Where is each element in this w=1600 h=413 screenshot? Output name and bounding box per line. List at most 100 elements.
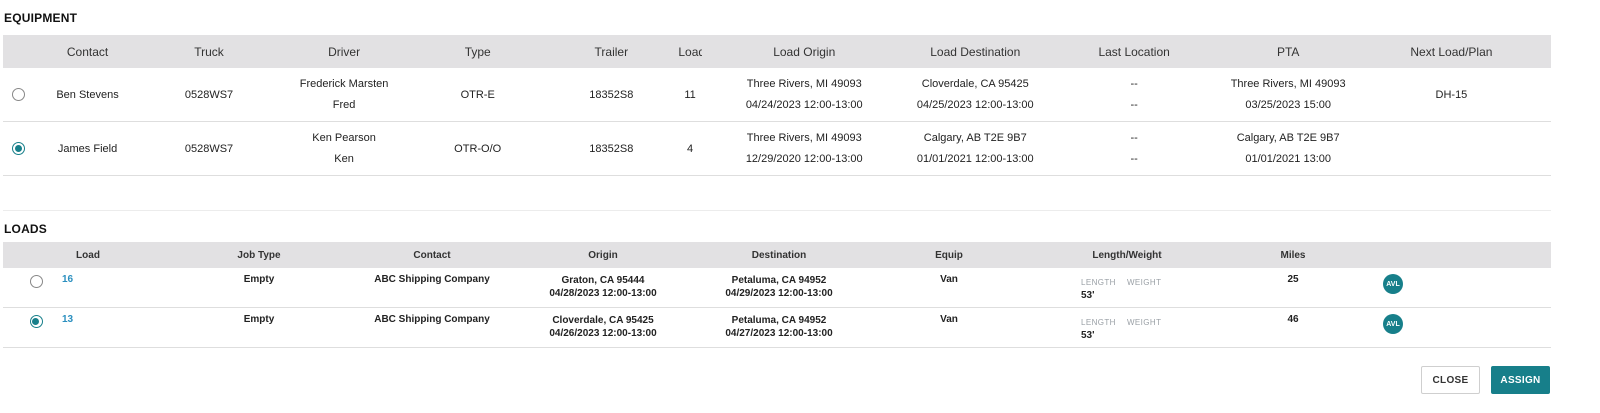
- length-value: 53': [1081, 290, 1095, 301]
- driver-name: Frederick Marsten: [299, 77, 389, 90]
- load-id-link[interactable]: 13: [62, 314, 78, 325]
- last-location-line: --: [1130, 77, 1138, 90]
- load-equip: Van: [940, 274, 958, 285]
- length-label: LENGTH: [1081, 278, 1116, 287]
- length-label: LENGTH: [1081, 318, 1116, 327]
- loads-table-header: Load Job Type Contact Origin Destination…: [3, 242, 1551, 268]
- col-header-origin: Origin: [588, 249, 618, 261]
- destination-time: 04/29/2023 12:00-13:00: [725, 288, 833, 299]
- loads-section-title: LOADS: [4, 222, 47, 236]
- equipment-driver: Ken Pearson Ken: [277, 128, 411, 170]
- length-value: 53': [1081, 330, 1095, 341]
- col-header-destination: Destination: [751, 249, 807, 261]
- close-button[interactable]: CLOSE: [1421, 366, 1480, 394]
- avl-icon: AVL: [1383, 274, 1403, 294]
- origin-time: 04/28/2023 12:00-13:00: [549, 288, 657, 299]
- equipment-contact: Ben Stevens: [56, 88, 119, 101]
- destination-place: Calgary, AB T2E 9B7: [923, 131, 1027, 144]
- weight-label: WEIGHT: [1126, 318, 1162, 327]
- origin-time: 04/26/2023 12:00-13:00: [549, 328, 657, 339]
- load-origin: Cloverdale, CA 95425 04/26/2023 12:00-13…: [533, 314, 673, 340]
- load-length-weight: LENGTH WEIGHT 53': [1081, 276, 1181, 302]
- driver-nickname: Ken: [334, 152, 354, 165]
- col-header-job-type: Job Type: [237, 249, 281, 261]
- equipment-pta: Three Rivers, MI 49093 03/25/2023 15:00: [1225, 74, 1352, 116]
- origin-place: Graton, CA 95444: [561, 275, 645, 286]
- load-length-weight: LENGTH WEIGHT 53': [1081, 316, 1181, 342]
- load-destination: Petaluma, CA 94952 04/29/2023 12:00-13:0…: [709, 274, 849, 300]
- equipment-type: OTR-E: [460, 88, 495, 101]
- destination-time: 01/01/2021 12:00-13:00: [916, 152, 1034, 165]
- load-destination: Petaluma, CA 94952 04/27/2023 12:00-13:0…: [709, 314, 849, 340]
- origin-place: Cloverdale, CA 95425: [552, 315, 654, 326]
- equipment-contact: James Field: [57, 142, 118, 155]
- origin-time: 12/29/2020 12:00-13:00: [745, 152, 863, 165]
- equipment-load: 11: [684, 88, 696, 101]
- load-row[interactable]: 13 Empty ABC Shipping Company Cloverdale…: [3, 308, 1551, 348]
- equipment-load: 4: [686, 142, 694, 155]
- equipment-driver: Frederick Marsten Fred: [277, 74, 411, 116]
- driver-name: Ken Pearson: [312, 131, 376, 144]
- load-row-radio-cell[interactable]: [29, 315, 43, 331]
- col-header-load: Load: [678, 44, 701, 59]
- load-contact: ABC Shipping Company: [374, 314, 490, 325]
- load-miles: 46: [1287, 314, 1299, 325]
- section-divider: [3, 210, 1551, 211]
- avl-badge: AVL: [1383, 274, 1405, 294]
- col-header-driver: Driver: [328, 44, 361, 59]
- equipment-truck: 0528WS7: [184, 88, 234, 101]
- equipment-row[interactable]: James Field 0528WS7 Ken Pearson Ken OTR-…: [3, 122, 1551, 176]
- equipment-trailer: 18352S8: [589, 88, 634, 101]
- avl-badge: AVL: [1383, 314, 1405, 334]
- col-header-type: Type: [464, 44, 491, 59]
- load-job-type: Empty: [243, 274, 275, 285]
- col-header-load: Load: [76, 249, 100, 261]
- col-header-equip: Equip: [935, 249, 963, 261]
- pta-place: Calgary, AB T2E 9B7: [1236, 131, 1340, 144]
- avl-icon: AVL: [1383, 314, 1403, 334]
- last-location-line: --: [1130, 98, 1138, 111]
- equipment-row-radio-cell[interactable]: [3, 88, 34, 101]
- destination-time: 04/27/2023 12:00-13:00: [725, 328, 833, 339]
- col-header-last-location: Last Location: [1098, 44, 1170, 59]
- destination-place: Petaluma, CA 94952: [731, 315, 827, 326]
- destination-place: Cloverdale, CA 95425: [921, 77, 1029, 90]
- equipment-row[interactable]: Ben Stevens 0528WS7 Frederick Marsten Fr…: [3, 68, 1551, 122]
- destination-place: Petaluma, CA 94952: [731, 275, 827, 286]
- load-row-radio-cell[interactable]: [29, 275, 43, 291]
- equipment-radio-button-selected[interactable]: [12, 142, 26, 155]
- col-header-length-weight: Length/Weight: [1092, 249, 1162, 261]
- origin-place: Three Rivers, MI 49093: [746, 131, 862, 144]
- load-equip: Van: [940, 314, 958, 325]
- assign-button[interactable]: ASSIGN: [1491, 366, 1550, 394]
- equipment-trailer: 18352S8: [589, 142, 634, 155]
- equipment-radio-button[interactable]: [12, 88, 26, 101]
- equipment-last-location: -- --: [1044, 128, 1225, 170]
- origin-time: 04/24/2023 12:00-13:00: [745, 98, 863, 111]
- col-header-pta: PTA: [1276, 44, 1300, 59]
- equipment-last-location: -- --: [1044, 74, 1225, 116]
- last-location-line: --: [1130, 152, 1138, 165]
- load-radio-button-selected[interactable]: [29, 315, 43, 328]
- equipment-table: Contact Truck Driver Type Trailer Load L…: [3, 35, 1551, 176]
- col-header-truck: Truck: [194, 44, 224, 59]
- equipment-load-origin: Three Rivers, MI 49093 12/29/2020 12:00-…: [702, 128, 907, 170]
- pta-place: Three Rivers, MI 49093: [1230, 77, 1346, 90]
- weight-label: WEIGHT: [1126, 278, 1162, 287]
- equipment-table-header: Contact Truck Driver Type Trailer Load L…: [3, 35, 1551, 68]
- col-header-load-origin: Load Origin: [773, 44, 836, 59]
- load-origin: Graton, CA 95444 04/28/2023 12:00-13:00: [533, 274, 673, 300]
- equipment-load-destination: Calgary, AB T2E 9B7 01/01/2021 12:00-13:…: [907, 128, 1044, 170]
- driver-nickname: Fred: [332, 98, 356, 111]
- equipment-type: OTR-O/O: [454, 142, 502, 155]
- load-radio-button[interactable]: [29, 275, 43, 288]
- equipment-load-destination: Cloverdale, CA 95425 04/25/2023 12:00-13…: [907, 74, 1044, 116]
- col-header-miles: Miles: [1280, 249, 1306, 261]
- load-row[interactable]: 16 Empty ABC Shipping Company Graton, CA…: [3, 268, 1551, 308]
- last-location-line: --: [1130, 131, 1138, 144]
- load-id-link[interactable]: 16: [62, 274, 78, 285]
- col-header-trailer: Trailer: [594, 44, 629, 59]
- equipment-section-title: EQUIPMENT: [4, 11, 78, 25]
- equipment-pta: Calgary, AB T2E 9B7 01/01/2021 13:00: [1225, 128, 1352, 170]
- equipment-row-radio-cell[interactable]: [3, 142, 34, 155]
